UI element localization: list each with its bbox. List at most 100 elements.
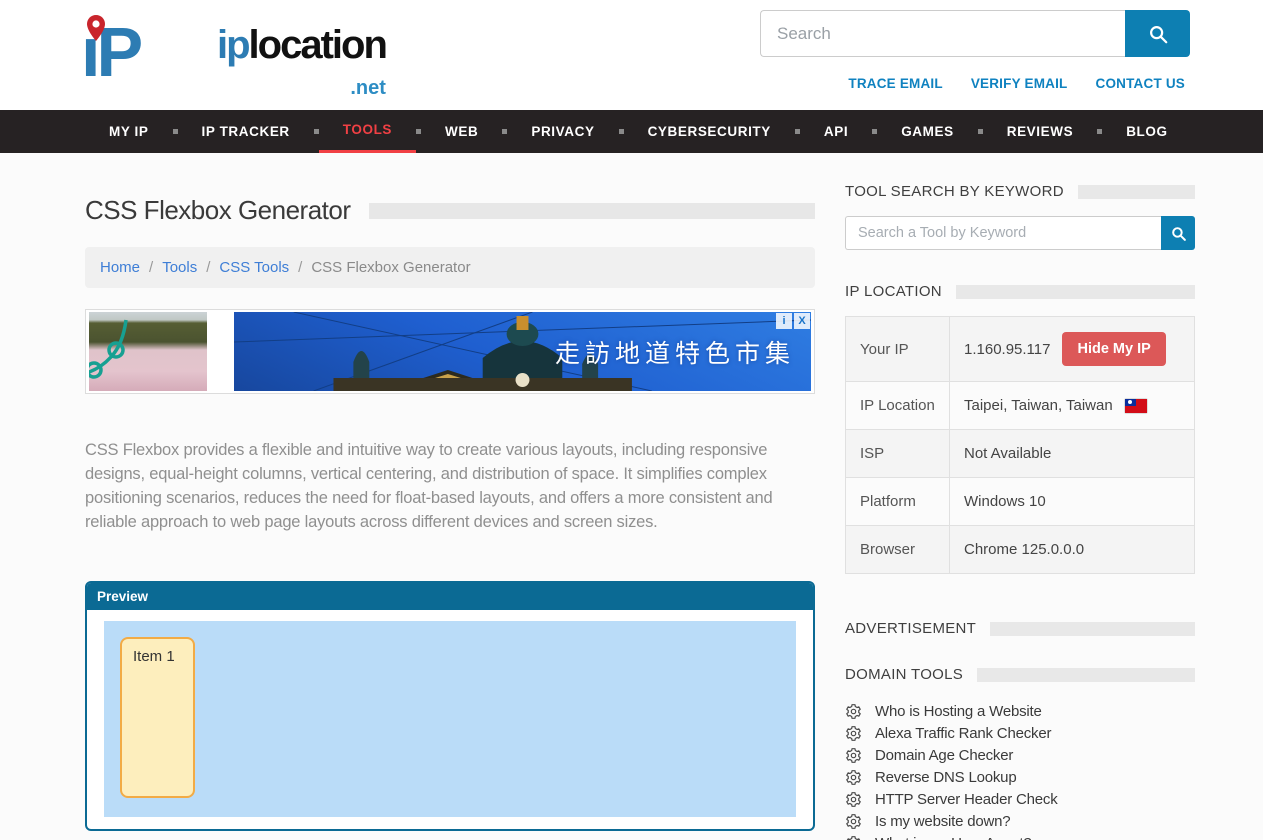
gear-icon <box>845 703 862 720</box>
row-label: Your IP <box>846 317 950 382</box>
tool-search-heading-text: TOOL SEARCH BY KEYWORD <box>845 183 1064 200</box>
site-search <box>760 10 1190 57</box>
site-search-input[interactable] <box>760 10 1125 57</box>
header-links: TRACE EMAIL VERIFY EMAIL CONTACT US <box>848 76 1185 91</box>
verify-email-link[interactable]: VERIFY EMAIL <box>971 76 1068 91</box>
domain-tool-link[interactable]: Alexa Traffic Rank Checker <box>875 725 1051 742</box>
row-label: IP Location <box>846 382 950 430</box>
table-row-your-ip: Your IP 1.160.95.117 Hide My IP <box>846 317 1195 382</box>
breadcrumb-separator: / <box>298 259 302 276</box>
list-item: Is my website down? <box>845 810 1195 832</box>
site-header: ıP iplocation .net TRACE EMAIL VERIFY EM… <box>0 0 1263 110</box>
logo-wordmark: iplocation .net <box>217 26 386 107</box>
flex-container: Item 1 <box>104 621 796 817</box>
list-item: Domain Age Checker <box>845 744 1195 766</box>
nav-item-reviews[interactable]: REVIEWS <box>983 110 1097 153</box>
preview-panel: Preview Item 1 <box>85 581 815 831</box>
trace-email-link[interactable]: TRACE EMAIL <box>848 76 942 91</box>
ad-info-icon[interactable]: i <box>776 313 792 329</box>
row-label: Platform <box>846 478 950 526</box>
nav-item-games[interactable]: GAMES <box>877 110 978 153</box>
list-item: Reverse DNS Lookup <box>845 766 1195 788</box>
flex-item-1[interactable]: Item 1 <box>120 637 195 798</box>
advertisement-heading-text: ADVERTISEMENT <box>845 620 976 637</box>
preview-body: Item 1 <box>87 610 813 828</box>
nav-item-web[interactable]: WEB <box>421 110 502 153</box>
domain-tool-link[interactable]: Is my website down? <box>875 813 1010 830</box>
logo-word-location: location <box>249 23 386 67</box>
breadcrumb-tools[interactable]: Tools <box>162 259 197 276</box>
ad-caption: 走訪地道特色市集 <box>555 334 795 370</box>
heading-decoration-bar <box>956 285 1195 299</box>
heading-decoration-bar <box>1078 185 1195 199</box>
breadcrumb: Home / Tools / CSS Tools / CSS Flexbox G… <box>85 247 815 288</box>
table-row-platform: Platform Windows 10 <box>846 478 1195 526</box>
nav-item-tools[interactable]: TOOLS <box>319 110 416 153</box>
logo-mark: ıP <box>75 8 215 92</box>
breadcrumb-home[interactable]: Home <box>100 259 140 276</box>
list-item: Alexa Traffic Rank Checker <box>845 722 1195 744</box>
hide-my-ip-button[interactable]: Hide My IP <box>1062 332 1165 366</box>
ad-close-icon[interactable]: X <box>794 313 810 329</box>
site-logo[interactable]: ıP iplocation .net <box>75 8 386 107</box>
logo-word-ip: ip <box>217 23 249 67</box>
ip-location-table: Your IP 1.160.95.117 Hide My IP IP Locat… <box>845 316 1195 574</box>
taiwan-flag-icon <box>1125 399 1147 413</box>
ad-banner[interactable]: 走訪地道特色市集 i X <box>85 309 815 394</box>
breadcrumb-separator: / <box>206 259 210 276</box>
nav-item-api[interactable]: API <box>800 110 872 153</box>
logo-tld: .net <box>217 69 386 107</box>
search-icon <box>1147 23 1169 45</box>
domain-tool-link[interactable]: Who is Hosting a Website <box>875 703 1042 720</box>
main-nav: MY IP IP TRACKER TOOLS WEB PRIVACY CYBER… <box>0 110 1263 153</box>
breadcrumb-current: CSS Flexbox Generator <box>311 259 470 276</box>
contact-us-link[interactable]: CONTACT US <box>1096 76 1186 91</box>
heading-decoration-bar <box>990 622 1195 636</box>
list-item: Who is Hosting a Website <box>845 700 1195 722</box>
gear-icon <box>845 835 862 840</box>
nav-item-cybersecurity[interactable]: CYBERSECURITY <box>624 110 795 153</box>
breadcrumb-css-tools[interactable]: CSS Tools <box>219 259 289 276</box>
domain-tool-link[interactable]: What is my User Agent? <box>875 835 1032 840</box>
nav-item-my-ip[interactable]: MY IP <box>85 110 173 153</box>
your-ip-value: 1.160.95.117 <box>964 341 1050 358</box>
tool-search-input[interactable] <box>845 216 1161 250</box>
table-row-isp: ISP Not Available <box>846 430 1195 478</box>
content-area: CSS Flexbox Generator Home / Tools / CSS… <box>0 153 1263 840</box>
platform-value: Windows 10 <box>950 478 1195 526</box>
sidebar: TOOL SEARCH BY KEYWORD IP LOCATION Your … <box>845 183 1195 840</box>
breadcrumb-separator: / <box>149 259 153 276</box>
tool-search-button[interactable] <box>1161 216 1195 250</box>
domain-tools-list: Who is Hosting a Website Alexa Traffic R… <box>845 700 1195 840</box>
gear-icon <box>845 813 862 830</box>
ad-image-building: 走訪地道特色市集 <box>234 312 811 391</box>
search-icon <box>1170 225 1187 242</box>
list-item: HTTP Server Header Check <box>845 788 1195 810</box>
preview-header: Preview <box>87 583 813 610</box>
tool-description: CSS Flexbox provides a flexible and intu… <box>85 438 785 534</box>
gear-icon <box>845 747 862 764</box>
gear-icon <box>845 769 862 786</box>
nav-item-privacy[interactable]: PRIVACY <box>507 110 618 153</box>
tool-search-heading: TOOL SEARCH BY KEYWORD <box>845 183 1195 200</box>
ad-image-landscape <box>89 312 207 391</box>
gear-icon <box>845 791 862 808</box>
domain-tool-link[interactable]: Domain Age Checker <box>875 747 1013 764</box>
advertisement-heading: ADVERTISEMENT <box>845 620 1195 637</box>
domain-tool-link[interactable]: Reverse DNS Lookup <box>875 769 1016 786</box>
location-pin-icon <box>84 14 108 44</box>
site-search-button[interactable] <box>1125 10 1190 57</box>
ip-location-value: Taipei, Taiwan, Taiwan <box>964 397 1113 414</box>
ip-location-heading: IP LOCATION <box>845 283 1195 300</box>
nav-item-ip-tracker[interactable]: IP TRACKER <box>178 110 314 153</box>
ad-route-line-graphic <box>89 312 207 391</box>
row-label: ISP <box>846 430 950 478</box>
domain-tools-heading: DOMAIN TOOLS <box>845 666 1195 683</box>
nav-item-blog[interactable]: BLOG <box>1102 110 1191 153</box>
ip-location-heading-text: IP LOCATION <box>845 283 942 300</box>
domain-tool-link[interactable]: HTTP Server Header Check <box>875 791 1058 808</box>
heading-decoration-bar <box>977 668 1195 682</box>
browser-value: Chrome 125.0.0.0 <box>950 526 1195 574</box>
isp-value: Not Available <box>950 430 1195 478</box>
page-title: CSS Flexbox Generator <box>85 195 351 226</box>
